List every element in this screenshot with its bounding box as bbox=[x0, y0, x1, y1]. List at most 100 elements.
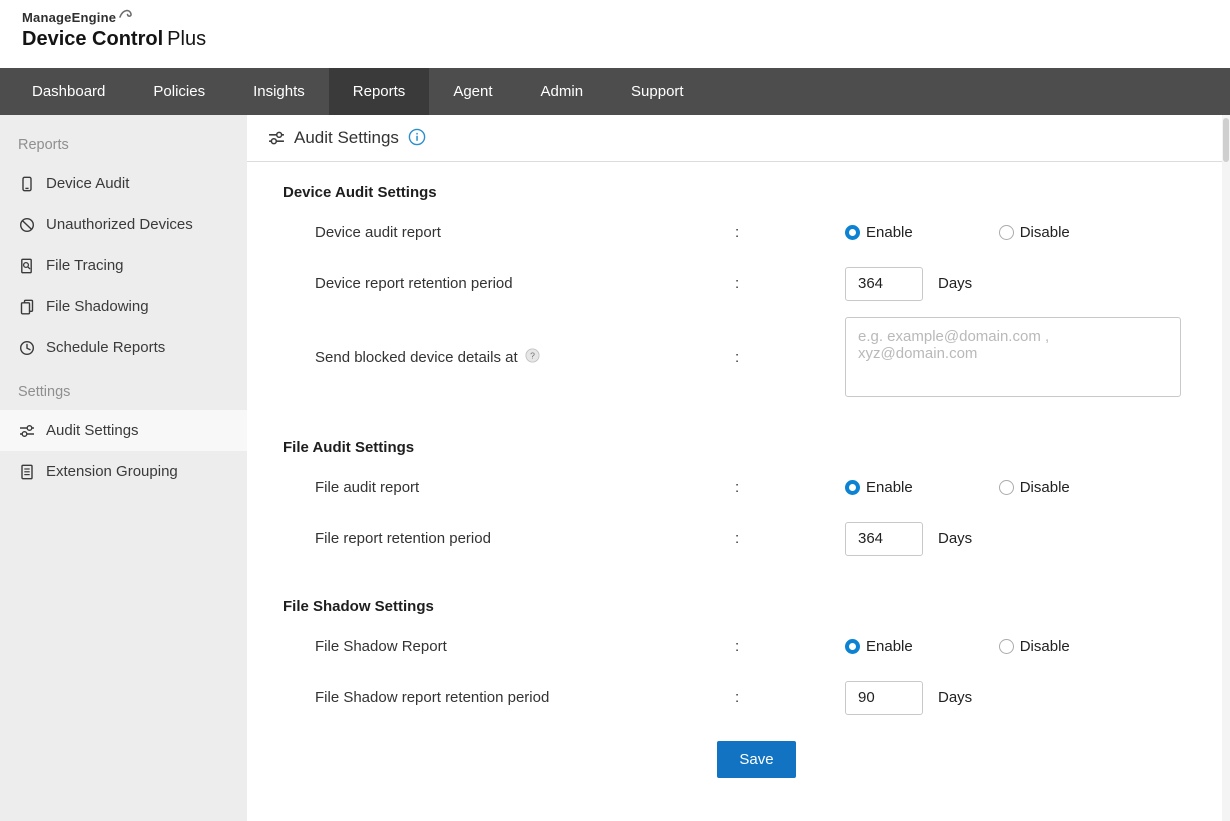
disable-label: Disable bbox=[1020, 638, 1070, 655]
main-nav: Dashboard Policies Insights Reports Agen… bbox=[0, 68, 1230, 115]
colon: : bbox=[735, 275, 745, 292]
section-heading: File Audit Settings bbox=[283, 439, 1230, 456]
sidebar-item-label: Extension Grouping bbox=[46, 463, 178, 480]
sidebar-item-extension-grouping[interactable]: Extension Grouping bbox=[0, 451, 247, 492]
radio-unselected-icon bbox=[999, 480, 1014, 495]
sidebar-item-label: Audit Settings bbox=[46, 422, 139, 439]
field-label-text: File audit report bbox=[315, 479, 419, 496]
blocked-device-details-row: Send blocked device details at ? : bbox=[283, 309, 1230, 405]
file-shadow-retention-input[interactable] bbox=[845, 681, 923, 715]
field-label-text: Send blocked device details at bbox=[315, 349, 518, 366]
nav-item-dashboard[interactable]: Dashboard bbox=[8, 68, 129, 115]
brand-logo: ManageEngine Device ControlPlus bbox=[22, 10, 1230, 51]
nav-item-policies[interactable]: Policies bbox=[129, 68, 229, 115]
enable-label: Enable bbox=[866, 479, 913, 496]
file-shadow-retention-row: File Shadow report retention period : Da… bbox=[283, 672, 1230, 723]
file-retention-input[interactable] bbox=[845, 522, 923, 556]
sidebar: Reports Device Audit Unauthorized Device… bbox=[0, 115, 247, 821]
sidebar-item-file-shadowing[interactable]: File Shadowing bbox=[0, 286, 247, 327]
file-audit-report-row: File audit report : Enable Disable bbox=[283, 462, 1230, 513]
radio-unselected-icon bbox=[999, 639, 1014, 654]
logo-swoosh-icon bbox=[118, 8, 134, 20]
product-name-bold: Device Control bbox=[22, 28, 163, 50]
field-label-text: Device audit report bbox=[315, 224, 441, 241]
nav-item-reports[interactable]: Reports bbox=[329, 68, 430, 115]
sidebar-item-label: File Tracing bbox=[46, 257, 124, 274]
sidebar-item-label: File Shadowing bbox=[46, 298, 149, 315]
enable-label: Enable bbox=[866, 638, 913, 655]
nav-item-insights[interactable]: Insights bbox=[229, 68, 329, 115]
days-unit-label: Days bbox=[938, 275, 972, 292]
device-audit-report-radio-group: Enable Disable bbox=[845, 224, 1070, 241]
file-audit-disable-radio[interactable]: Disable bbox=[999, 479, 1070, 496]
disable-label: Disable bbox=[1020, 479, 1070, 496]
svg-text:?: ? bbox=[530, 350, 535, 360]
device-audit-report-row: Device audit report : Enable Disable bbox=[283, 207, 1230, 258]
field-label: Device report retention period bbox=[315, 275, 735, 292]
product-name-light: Plus bbox=[167, 28, 206, 50]
field-label: Device audit report bbox=[315, 224, 735, 241]
colon: : bbox=[735, 530, 745, 547]
sidebar-section-reports: Reports bbox=[0, 121, 247, 163]
blocked-device-email-control bbox=[845, 317, 1181, 397]
enable-label: Enable bbox=[866, 224, 913, 241]
days-unit-label: Days bbox=[938, 530, 972, 547]
blocked-device-email-input[interactable] bbox=[845, 317, 1181, 397]
file-retention-control: Days bbox=[845, 522, 972, 556]
colon: : bbox=[735, 689, 745, 706]
sidebar-item-label: Unauthorized Devices bbox=[46, 216, 193, 233]
device-audit-enable-radio[interactable]: Enable bbox=[845, 224, 913, 241]
save-button[interactable]: Save bbox=[717, 741, 795, 778]
device-retention-row: Device report retention period : Days bbox=[283, 258, 1230, 309]
field-label-text: Device report retention period bbox=[315, 275, 513, 292]
sidebar-item-label: Schedule Reports bbox=[46, 339, 165, 356]
radio-selected-icon bbox=[845, 639, 860, 654]
sidebar-item-file-tracing[interactable]: File Tracing bbox=[0, 245, 247, 286]
field-label: File Shadow Report bbox=[315, 638, 735, 655]
colon: : bbox=[735, 638, 745, 655]
file-shadow-enable-radio[interactable]: Enable bbox=[845, 638, 913, 655]
sidebar-item-label: Device Audit bbox=[46, 175, 129, 192]
file-shadow-retention-control: Days bbox=[845, 681, 972, 715]
field-label: Send blocked device details at ? bbox=[315, 348, 735, 367]
audit-settings-icon bbox=[18, 422, 35, 439]
field-label-text: File Shadow Report bbox=[315, 638, 447, 655]
app-header: ManageEngine Device ControlPlus bbox=[0, 0, 1230, 68]
sidebar-item-device-audit[interactable]: Device Audit bbox=[0, 163, 247, 204]
disable-label: Disable bbox=[1020, 224, 1070, 241]
section-heading: Device Audit Settings bbox=[283, 184, 1230, 201]
file-shadow-report-row: File Shadow Report : Enable Disable bbox=[283, 621, 1230, 672]
device-audit-disable-radio[interactable]: Disable bbox=[999, 224, 1070, 241]
file-audit-settings-section: File Audit Settings File audit report : … bbox=[283, 439, 1230, 564]
help-icon[interactable]: ? bbox=[525, 348, 540, 367]
audit-settings-icon bbox=[268, 130, 285, 147]
manageengine-wordmark: ManageEngine bbox=[22, 10, 116, 25]
device-audit-icon bbox=[18, 175, 35, 192]
scrollbar-thumb[interactable] bbox=[1223, 118, 1229, 162]
file-audit-report-radio-group: Enable Disable bbox=[845, 479, 1070, 496]
file-tracing-icon bbox=[18, 257, 35, 274]
days-unit-label: Days bbox=[938, 689, 972, 706]
file-audit-enable-radio[interactable]: Enable bbox=[845, 479, 913, 496]
extension-grouping-icon bbox=[18, 463, 35, 480]
info-icon[interactable] bbox=[408, 128, 426, 151]
page-header: Audit Settings bbox=[247, 115, 1230, 162]
nav-item-admin[interactable]: Admin bbox=[517, 68, 608, 115]
radio-unselected-icon bbox=[999, 225, 1014, 240]
unauthorized-devices-icon bbox=[18, 216, 35, 233]
vertical-scrollbar[interactable] bbox=[1222, 115, 1230, 821]
sidebar-section-settings: Settings bbox=[0, 368, 247, 410]
nav-item-support[interactable]: Support bbox=[607, 68, 708, 115]
field-label: File report retention period bbox=[315, 530, 735, 547]
device-retention-control: Days bbox=[845, 267, 972, 301]
colon: : bbox=[735, 349, 745, 366]
file-shadow-settings-section: File Shadow Settings File Shadow Report … bbox=[283, 598, 1230, 723]
nav-item-agent[interactable]: Agent bbox=[429, 68, 516, 115]
sidebar-item-audit-settings[interactable]: Audit Settings bbox=[0, 410, 247, 451]
section-heading: File Shadow Settings bbox=[283, 598, 1230, 615]
sidebar-item-unauthorized-devices[interactable]: Unauthorized Devices bbox=[0, 204, 247, 245]
file-shadow-disable-radio[interactable]: Disable bbox=[999, 638, 1070, 655]
sidebar-item-schedule-reports[interactable]: Schedule Reports bbox=[0, 327, 247, 368]
colon: : bbox=[735, 479, 745, 496]
device-retention-input[interactable] bbox=[845, 267, 923, 301]
